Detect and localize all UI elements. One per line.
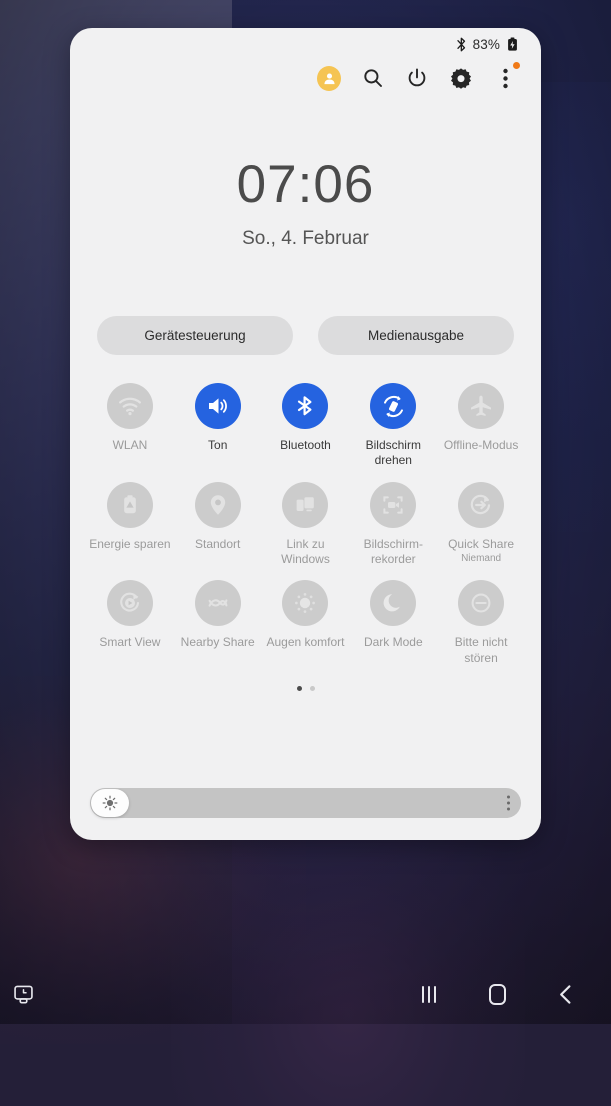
brightness-slider-thumb[interactable] <box>91 789 129 817</box>
toggle-label: Energie sparen <box>89 536 171 551</box>
eye-comfort-sun-icon <box>282 580 329 627</box>
quick-share-icon <box>458 481 505 528</box>
toggle-airplane-mode[interactable]: Offline-Modus <box>437 383 525 469</box>
toggle-ton[interactable]: Ton <box>174 383 262 469</box>
back-icon[interactable] <box>547 976 583 1012</box>
toggle-wlan[interactable]: WLAN <box>86 383 174 469</box>
toggle-label: Bluetooth <box>280 438 331 452</box>
toggle-do-not-disturb[interactable]: Bitte nicht stören <box>437 580 525 666</box>
toggle-label: Link zu Windows <box>281 536 330 567</box>
bluetooth-icon <box>282 383 329 429</box>
toggle-location[interactable]: Standort <box>174 481 262 568</box>
toggle-label: WLAN <box>112 438 148 452</box>
battery-percent-label: 83% <box>472 36 500 52</box>
clock-time: 07:06 <box>236 155 375 214</box>
toggle-smart-view[interactable]: Smart View <box>86 580 174 666</box>
location-pin-icon <box>194 481 241 528</box>
avatar <box>317 65 341 91</box>
wifi-icon <box>106 383 153 429</box>
toggle-label: Quick Share <box>448 536 515 551</box>
toggle-sublabel: Niemand <box>461 553 502 565</box>
notification-dot-badge <box>513 62 520 69</box>
battery-saver-icon <box>106 481 153 528</box>
toggle-label: Offline-Modus <box>443 438 519 452</box>
sound-icon <box>194 383 241 429</box>
power-icon[interactable] <box>405 66 429 90</box>
toggle-label: Nearby Share <box>180 635 255 650</box>
toggle-label: Augen komfort <box>266 635 345 650</box>
settings-gear-icon[interactable] <box>449 66 473 90</box>
toggle-label: Bildschirm drehen <box>365 438 421 468</box>
link-to-windows-icon <box>282 481 329 528</box>
toggle-power-saving[interactable]: Energie sparen <box>86 481 174 568</box>
screen-rotate-icon <box>370 383 417 429</box>
brightness-row <box>70 774 541 818</box>
status-bar: 83% <box>70 28 541 54</box>
panel-header-icons <box>70 54 541 102</box>
toggle-bluetooth[interactable]: Bluetooth <box>262 383 350 469</box>
toggle-screen-rotation[interactable]: Bildschirm drehen <box>349 383 437 469</box>
recents-icon[interactable] <box>411 976 447 1012</box>
system-navigation-bar <box>0 964 611 1024</box>
nav-buttons-group <box>411 964 583 1024</box>
panel-action-buttons: Gerätesteuerung Medienausgabe <box>70 316 541 355</box>
brightness-sun-icon <box>102 795 118 811</box>
media-output-button[interactable]: Medienausgabe <box>318 316 514 355</box>
brightness-slider[interactable] <box>90 788 521 818</box>
search-icon[interactable] <box>361 66 385 90</box>
airplane-icon <box>458 383 505 429</box>
toggle-quick-share[interactable]: Quick Share Niemand <box>437 481 525 568</box>
toggle-screen-recorder[interactable]: Bildschirm- rekorder <box>349 481 437 568</box>
do-not-disturb-icon <box>458 580 505 627</box>
bluetooth-icon <box>456 36 468 52</box>
page-dot-2[interactable] <box>309 686 315 692</box>
nearby-share-icon <box>194 580 241 627</box>
toggle-dark-mode[interactable]: Dark Mode <box>349 580 437 666</box>
screenshot-capture-icon[interactable] <box>5 976 41 1012</box>
battery-charging-icon <box>505 36 519 52</box>
toggle-label: Smart View <box>99 635 161 650</box>
home-icon[interactable] <box>479 976 515 1012</box>
toggle-label: Bitte nicht stören <box>454 635 508 665</box>
clock-area: 07:06 So., 4. Februar <box>70 102 541 250</box>
toggle-label: Standort <box>195 536 241 551</box>
profile-avatar[interactable] <box>317 65 341 91</box>
screen-recorder-icon <box>370 481 417 528</box>
toggle-nearby-share[interactable]: Nearby Share <box>174 580 262 666</box>
moon-icon <box>370 580 417 627</box>
toggle-label: Dark Mode <box>363 635 423 650</box>
device-control-button[interactable]: Gerätesteuerung <box>97 316 293 355</box>
toggle-eye-comfort[interactable]: Augen komfort <box>262 580 350 666</box>
page-dot-1[interactable] <box>296 686 302 692</box>
quick-settings-panel: 83% 07:06 So., 4. Februar Gerätesteuerun… <box>70 28 541 840</box>
brightness-options-icon[interactable] <box>507 795 510 811</box>
smart-view-icon <box>106 580 153 627</box>
page-indicator <box>70 686 541 692</box>
toggle-label: Bildschirm- rekorder <box>363 536 423 567</box>
clock-date: So., 4. Februar <box>242 228 369 249</box>
more-options-icon[interactable] <box>493 62 520 90</box>
toggle-link-to-windows[interactable]: Link zu Windows <box>262 481 350 568</box>
toggle-label: Ton <box>208 438 228 452</box>
quick-toggles-grid: WLAN Ton Bluetooth Bildschirm drehen Off… <box>70 383 541 666</box>
